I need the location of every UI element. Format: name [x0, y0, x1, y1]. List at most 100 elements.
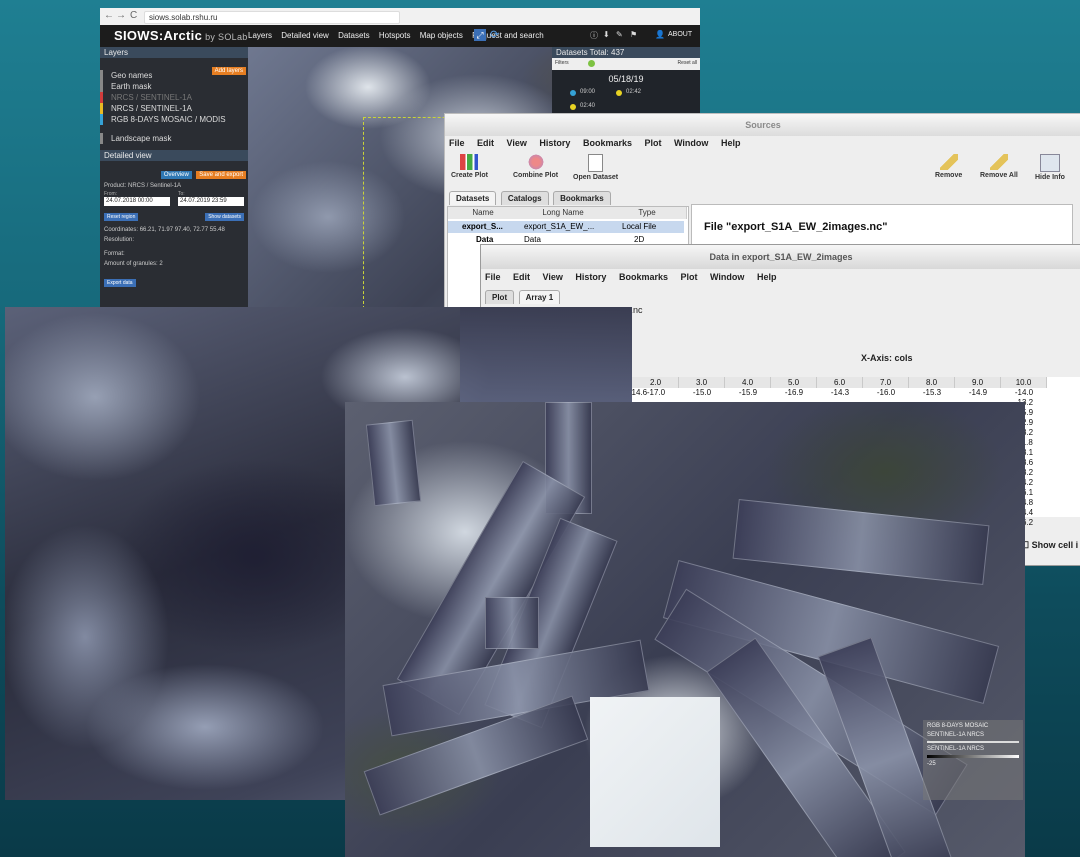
overview-button[interactable]: Overview: [160, 171, 192, 179]
image-strip: [732, 498, 990, 586]
expand-icon[interactable]: ⤢: [474, 29, 486, 41]
grid-col-header[interactable]: 2.0: [633, 377, 679, 388]
col-long-name[interactable]: Long Name: [518, 207, 609, 219]
grid-cell[interactable]: -16.9: [771, 388, 817, 398]
grid-col-header[interactable]: 8.0: [909, 377, 955, 388]
tab-bookmarks[interactable]: Bookmarks: [553, 191, 611, 205]
menu-plot[interactable]: Plot: [645, 138, 662, 148]
menu-history[interactable]: History: [539, 138, 570, 148]
layer-rgb-mosaic[interactable]: RGB 8-DAYS MOSAIC / MODIS: [100, 114, 248, 125]
grid-cell[interactable]: -17.0: [633, 388, 679, 398]
layer-earth-mask[interactable]: Earth mask: [100, 81, 248, 92]
grid-cell[interactable]: -14.3: [817, 388, 863, 398]
menu-datasets[interactable]: Datasets: [338, 31, 370, 40]
grid-col-header[interactable]: 6.0: [817, 377, 863, 388]
legend-line-2: SENTINEL-1A NRCS: [927, 732, 985, 738]
filters-label[interactable]: Filters: [555, 60, 569, 66]
menu-help[interactable]: Help: [721, 138, 741, 148]
dataset-time-1[interactable]: 09:00: [580, 89, 595, 95]
col-type[interactable]: Type: [608, 207, 687, 219]
table-row[interactable]: export_S... export_S1A_EW_... Local File: [448, 221, 684, 233]
save-export-button[interactable]: Save and export: [196, 171, 246, 179]
menu-history[interactable]: History: [575, 272, 606, 282]
grid-cell[interactable]: -16.0: [863, 388, 909, 398]
sync-icon[interactable]: ⟳: [490, 28, 499, 41]
download-icon[interactable]: ⬇: [603, 30, 610, 39]
grid-col-header[interactable]: 3.0: [679, 377, 725, 388]
open-dataset-button[interactable]: Open Dataset: [573, 154, 618, 181]
dataset-time-3[interactable]: 02:40: [580, 103, 595, 109]
combine-plot-button[interactable]: Combine Plot: [513, 154, 558, 179]
tab-plot[interactable]: Plot: [485, 290, 515, 304]
menu-file[interactable]: File: [449, 138, 465, 148]
legend-scale-min: -25: [927, 761, 936, 767]
dataset-dot-icon: [570, 104, 576, 110]
grid-cell[interactable]: -14.0: [1001, 388, 1047, 398]
image-strip: [365, 419, 422, 507]
menu-layers[interactable]: Layers: [248, 31, 272, 40]
datasets-total: Total: 437: [589, 48, 625, 57]
forward-icon[interactable]: →: [116, 10, 126, 21]
layer-nrcs-sentinel-a[interactable]: NRCS / SENTINEL-1A: [100, 92, 248, 103]
menu-bookmarks[interactable]: Bookmarks: [619, 272, 668, 282]
dataset-dot-icon: [616, 90, 622, 96]
grid-cell[interactable]: -14.9: [955, 388, 1001, 398]
grid-col-header[interactable]: 4.0: [725, 377, 771, 388]
back-icon[interactable]: ←: [104, 10, 114, 21]
flag-icon[interactable]: ⚑: [630, 30, 637, 39]
tab-datasets[interactable]: Datasets: [449, 191, 497, 205]
broom-icon: [989, 154, 1008, 170]
create-plot-button[interactable]: Create Plot: [451, 154, 488, 179]
open-dataset-label: Open Dataset: [573, 174, 619, 181]
sources-menubar: File Edit View History Bookmarks Plot Wi…: [449, 138, 750, 148]
layer-landscape-mask[interactable]: Landscape mask: [100, 133, 248, 144]
hide-info-button[interactable]: Hide Info: [1035, 154, 1065, 181]
tab-catalogs[interactable]: Catalogs: [500, 191, 549, 205]
layer-nrcs-sentinel-b[interactable]: NRCS / SENTINEL-1A: [100, 103, 248, 114]
grid-col-header[interactable]: 9.0: [955, 377, 1001, 388]
reset-region-button[interactable]: Reset region: [104, 213, 139, 221]
show-cell-checkbox[interactable]: ☐ Show cell i: [1021, 540, 1078, 551]
menu-window[interactable]: Window: [710, 272, 744, 282]
info-icon[interactable]: ⓘ: [590, 30, 598, 41]
menu-edit[interactable]: Edit: [477, 138, 494, 148]
grid-col-header[interactable]: 7.0: [863, 377, 909, 388]
create-plot-label: Create Plot: [451, 172, 488, 179]
about-link[interactable]: ABOUT: [668, 31, 692, 38]
export-data-button[interactable]: Export data: [104, 279, 136, 287]
to-date-input[interactable]: 24.07.2019 23:59: [178, 197, 244, 206]
pencil-icon[interactable]: ✎: [616, 30, 623, 39]
address-bar[interactable]: siows.solab.rshu.ru: [144, 11, 400, 24]
menu-hotspots[interactable]: Hotspots: [379, 31, 411, 40]
remove-all-button[interactable]: Remove All: [980, 154, 1018, 179]
reset-all-button[interactable]: Reset all: [678, 60, 697, 66]
menu-map-objects[interactable]: Map objects: [420, 31, 463, 40]
menu-view[interactable]: View: [543, 272, 563, 282]
menu-detailed-view[interactable]: Detailed view: [281, 31, 329, 40]
from-date-input[interactable]: 24.07.2018 00:00: [104, 197, 170, 206]
user-icon[interactable]: 👤: [655, 30, 665, 39]
reload-icon[interactable]: C: [130, 10, 137, 21]
menu-edit[interactable]: Edit: [513, 272, 530, 282]
menu-view[interactable]: View: [507, 138, 527, 148]
grid-cell[interactable]: -15.9: [725, 388, 771, 398]
grid-column: 5.0 -16.9: [771, 377, 817, 398]
remove-button[interactable]: Remove: [935, 154, 962, 179]
menu-window[interactable]: Window: [674, 138, 708, 148]
data-window-title: Data in export_S1A_EW_2images: [481, 245, 1080, 269]
grid-cell[interactable]: -15.3: [909, 388, 955, 398]
row-long-name: export_S1A_EW_...: [524, 222, 595, 231]
tab-array-1[interactable]: Array 1: [518, 290, 561, 304]
show-datasets-button[interactable]: Show datasets: [205, 213, 244, 221]
col-name[interactable]: Name: [448, 207, 519, 219]
filter-green-icon[interactable]: [588, 60, 595, 67]
menu-help[interactable]: Help: [757, 272, 777, 282]
dataset-time-2[interactable]: 02:42: [626, 89, 641, 95]
add-layers-button[interactable]: Add layers: [211, 67, 246, 75]
grid-col-header[interactable]: 10.0: [1001, 377, 1047, 388]
menu-bookmarks[interactable]: Bookmarks: [583, 138, 632, 148]
menu-file[interactable]: File: [485, 272, 501, 282]
grid-cell[interactable]: -15.0: [679, 388, 725, 398]
grid-col-header[interactable]: 5.0: [771, 377, 817, 388]
menu-plot[interactable]: Plot: [681, 272, 698, 282]
